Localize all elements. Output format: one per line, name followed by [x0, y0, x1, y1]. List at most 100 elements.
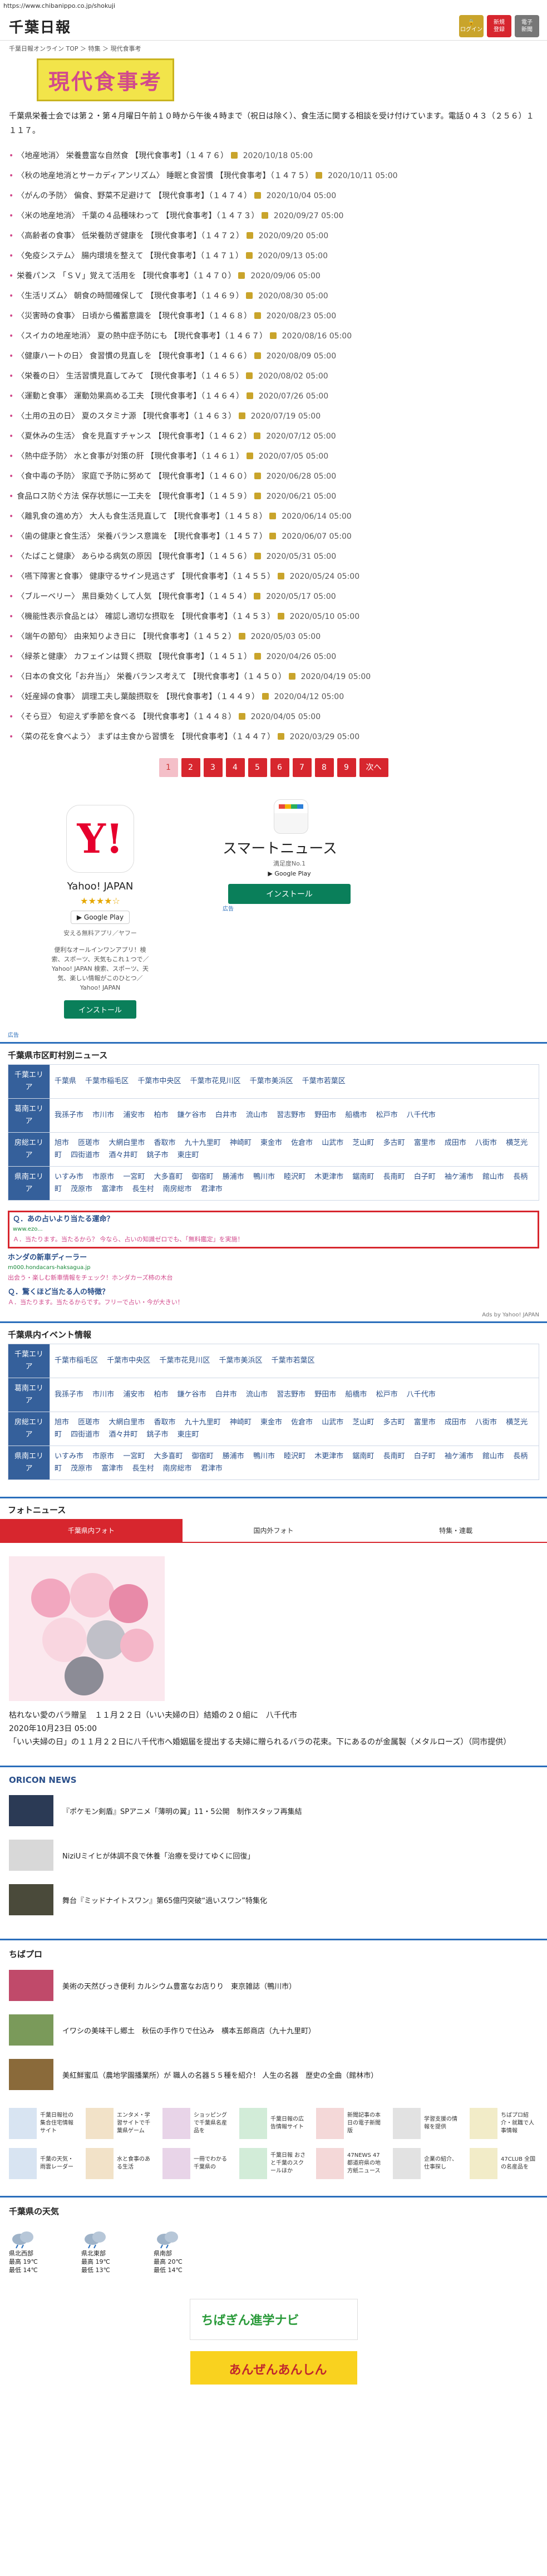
- area-link[interactable]: 大多喜町: [154, 1452, 183, 1461]
- service-link[interactable]: 千葉日報社の集合住宅情報サイト: [9, 2108, 78, 2139]
- area-link[interactable]: 芝山町: [352, 1418, 374, 1427]
- area-link[interactable]: 旭市: [55, 1418, 69, 1427]
- area-link[interactable]: 東金市: [260, 1418, 282, 1427]
- area-link[interactable]: 東庄町: [178, 1430, 199, 1439]
- article-item[interactable]: • 〈食中毒の予防〉 家庭で予防に努めて 【現代食事考】（１４６０） 2020/0…: [9, 466, 538, 486]
- article-title[interactable]: 〈離乳食の進め方〉 大人も食生活見直して 【現代食事考】（１４５８）: [17, 512, 267, 521]
- article-item[interactable]: • 〈離乳食の進め方〉 大人も食生活見直して 【現代食事考】（１４５８） 2020…: [9, 507, 538, 527]
- article-item[interactable]: • 〈生活リズム〉 朝食の時間確保して 【現代食事考】（１４６９） 2020/08…: [9, 286, 538, 306]
- page-button[interactable]: 4: [225, 758, 245, 777]
- area-link[interactable]: 野田市: [314, 1111, 336, 1119]
- article-title[interactable]: 〈運動と食事〉 運動効果高める工夫 【現代食事考】（１４６４）: [17, 392, 244, 401]
- area-link[interactable]: 木更津市: [314, 1173, 343, 1181]
- area-link[interactable]: 市原市: [92, 1452, 114, 1461]
- area-link[interactable]: 御宿町: [192, 1452, 214, 1461]
- article-title[interactable]: 〈歯の健康と食生活〉 栄養バランス意識を 【現代食事考】（１４５７）: [17, 532, 267, 541]
- article-title[interactable]: 〈生活リズム〉 朝食の時間確保して 【現代食事考】（１４６９）: [17, 292, 243, 301]
- area-link[interactable]: 成田市: [445, 1418, 466, 1427]
- article-title[interactable]: 〈緑茶と健康〉 カフェインは賢く摂取 【現代食事考】（１４５１）: [17, 652, 252, 661]
- area-link[interactable]: 習志野市: [277, 1111, 305, 1119]
- article-title[interactable]: 〈菜の花を食べよう〉 まずは主食から習慣を 【現代食事考】（１４４７）: [17, 733, 275, 741]
- area-link[interactable]: 大網白里市: [109, 1139, 145, 1147]
- service-link[interactable]: 千葉日報 おさと千葉のスクールほか: [239, 2148, 308, 2179]
- oricon-headline[interactable]: NiziUミイヒが体調不良で休養「治療を受けてゆくに回復」: [62, 1850, 254, 1861]
- page-button[interactable]: 3: [203, 758, 223, 777]
- service-link[interactable]: 47CLUB 全国の名産品を: [470, 2148, 539, 2179]
- area-link[interactable]: 八千代市: [407, 1390, 436, 1399]
- article-item[interactable]: • 〈がんの予防〉 偏食、野菜不足避けて 【現代食事考】（１４７４） 2020/1…: [9, 186, 538, 206]
- area-link[interactable]: 八千代市: [407, 1111, 436, 1119]
- article-title[interactable]: 〈ブルーベリー〉 黒目乗効くして人気 【現代食事考】（１４５４）: [17, 592, 251, 601]
- service-link[interactable]: 千葉日報の広告情報サイト: [239, 2108, 308, 2139]
- article-title[interactable]: 〈日本の食文化「お弁当」〉 栄養バランス考えて 【現代食事考】（１４５０）: [17, 672, 286, 681]
- area-link[interactable]: 成田市: [445, 1139, 466, 1147]
- area-link[interactable]: 船橋市: [345, 1390, 367, 1399]
- photo-caption[interactable]: 枯れない愛のバラ贈呈 １１月２２日（いい夫婦の日）結婚の２０組に 八千代市 20…: [0, 1701, 547, 1749]
- area-link[interactable]: 千葉市中央区: [137, 1077, 181, 1085]
- area-link[interactable]: 船橋市: [345, 1111, 367, 1119]
- area-link[interactable]: 勝浦市: [223, 1173, 244, 1181]
- chibapro-item[interactable]: 美紅鮮蜜瓜（農地学園播業所）が 職人の名器５５種を紹介！ 人生の名器 歴史の全曲…: [0, 2052, 547, 2097]
- area-link[interactable]: 匝瑳市: [78, 1418, 100, 1427]
- login-button[interactable]: 🔒 ログイン: [459, 15, 484, 37]
- area-link[interactable]: 一宮町: [123, 1452, 145, 1461]
- text-ad[interactable]: ホンダの新車ディーラー m000.hondacars-haksagua.jp 出会う…: [8, 1253, 539, 1283]
- article-title[interactable]: 〈食中毒の予防〉 家庭で予防に努めて 【現代食事考】（１４６０）: [17, 472, 252, 481]
- area-link[interactable]: 千葉市花見川区: [159, 1356, 210, 1365]
- service-link[interactable]: 一冊でわかる千葉県の: [162, 2148, 231, 2179]
- text-ad[interactable]: Ｑ．驚くほど当たる人の特徴？ Ａ．当たります。当たるからです。フリーで占い・今が大…: [8, 1287, 539, 1307]
- area-link[interactable]: 南房総市: [163, 1185, 192, 1193]
- area-link[interactable]: 多古町: [383, 1139, 405, 1147]
- area-link[interactable]: 九十九里町: [185, 1418, 221, 1427]
- area-link[interactable]: 一宮町: [123, 1173, 145, 1181]
- area-link[interactable]: いすみ市: [55, 1452, 83, 1461]
- area-link[interactable]: いすみ市: [55, 1173, 83, 1181]
- area-link[interactable]: 木更津市: [314, 1452, 343, 1461]
- weather-item[interactable]: 県北西部 最高 19℃ 最低 14℃: [9, 2228, 59, 2274]
- area-link[interactable]: 富津市: [101, 1185, 123, 1193]
- weather-item[interactable]: 県南部 最高 20℃ 最低 14℃: [154, 2228, 204, 2274]
- article-title[interactable]: 〈スイカの地産地消〉 夏の熱中症予防にも 【現代食事考】（１４６７）: [17, 332, 267, 341]
- service-link[interactable]: ショッピングで千葉県名産品を: [162, 2108, 231, 2139]
- area-link[interactable]: 千葉市花見川区: [190, 1077, 240, 1085]
- chibapro-item[interactable]: 美術の天然びっき便利 カルシウム豊富なお店りり 東京雑誌（鴨川市）: [0, 1963, 547, 2008]
- area-link[interactable]: 柏市: [154, 1111, 168, 1119]
- area-link[interactable]: 千葉市稲毛区: [55, 1356, 98, 1365]
- area-link[interactable]: 習志野市: [277, 1390, 305, 1399]
- area-link[interactable]: 我孫子市: [55, 1111, 83, 1119]
- article-item[interactable]: • 〈機能性表示食品とは〉 確認し適切な摂取を 【現代食事考】（１４５３） 202…: [9, 607, 538, 627]
- article-item[interactable]: • 〈スイカの地産地消〉 夏の熱中症予防にも 【現代食事考】（１４６７） 2020…: [9, 326, 538, 346]
- area-link[interactable]: 我孫子市: [55, 1390, 83, 1399]
- yahoo-app-ad[interactable]: Y! Yahoo! JAPAN ★★★★☆ ▶ Google Play 安える無…: [50, 805, 150, 1019]
- area-link[interactable]: 睦沢町: [284, 1452, 305, 1461]
- area-link[interactable]: 流山市: [246, 1390, 268, 1399]
- area-link[interactable]: 九十九里町: [185, 1139, 221, 1147]
- chibapro-headline[interactable]: 美紅鮮蜜瓜（農地学園播業所）が 職人の名器５５種を紹介！ 人生の名器 歴史の全曲…: [62, 2069, 378, 2080]
- area-link[interactable]: 白子町: [414, 1173, 436, 1181]
- service-link[interactable]: 学習支援の情報を提供: [393, 2108, 462, 2139]
- article-title[interactable]: 〈夏休みの生活〉 食を見直すチャンス 【現代食事考】（１４６２）: [17, 432, 251, 441]
- oricon-item[interactable]: 『ポケモン剣盾』SPアニメ「薄明の翼」11・5公開 制作スタッフ再集結: [0, 1788, 547, 1833]
- page-button[interactable]: 9: [337, 758, 356, 777]
- area-link[interactable]: 佐倉市: [291, 1418, 313, 1427]
- article-title[interactable]: 〈高齢者の食事〉 低栄養防ぎ健康を 【現代食事考】（１４７２）: [17, 232, 244, 240]
- area-link[interactable]: 長南町: [383, 1173, 405, 1181]
- article-item[interactable]: • 〈健康ハートの日〉 食習慣の見直しを 【現代食事考】（１４６６） 2020/0…: [9, 346, 538, 366]
- register-button[interactable]: 新規 登録: [487, 15, 511, 37]
- article-title[interactable]: 〈たばこと健康〉 あらゆる病気の原因 【現代食事考】（１４５６）: [17, 552, 252, 561]
- article-item[interactable]: • 〈栄養の日〉 生活習慣見直してみて 【現代食事考】（１４６５） 2020/08…: [9, 366, 538, 386]
- article-item[interactable]: • 食品ロス防ぐ方法 保存状態に一工夫を 【現代食事考】（１４５９） 2020/0…: [9, 486, 538, 507]
- area-link[interactable]: 館山市: [482, 1173, 504, 1181]
- area-link[interactable]: 鴨川市: [253, 1173, 275, 1181]
- article-item[interactable]: • 〈災害時の食事〉 日頃から備蓄意識を 【現代食事考】（１４６８） 2020/0…: [9, 306, 538, 326]
- article-item[interactable]: • 栄養パンス 「ＳＶ」覚えて活用を 【現代食事考】（１４７０） 2020/09/…: [9, 266, 538, 286]
- area-link[interactable]: 市川市: [92, 1111, 114, 1119]
- ad-title[interactable]: Ｑ．あの占いより当たる運命？: [13, 1215, 534, 1225]
- area-link[interactable]: 富津市: [101, 1464, 123, 1473]
- area-link[interactable]: 白井市: [215, 1390, 237, 1399]
- chibapro-headline[interactable]: 美術の天然びっき便利 カルシウム豊富なお店りり 東京雑誌（鴨川市）: [62, 1980, 296, 1991]
- area-link[interactable]: 香取市: [154, 1139, 175, 1147]
- service-link[interactable]: 47NEWS 47都道府県の地方紙ニュース: [316, 2148, 385, 2179]
- smartnews-install-button[interactable]: インストール: [228, 884, 351, 904]
- article-item[interactable]: • 〈地産地消〉 栄養豊富な自然食 【現代食事考】（１４７６） 2020/10/1…: [9, 146, 538, 166]
